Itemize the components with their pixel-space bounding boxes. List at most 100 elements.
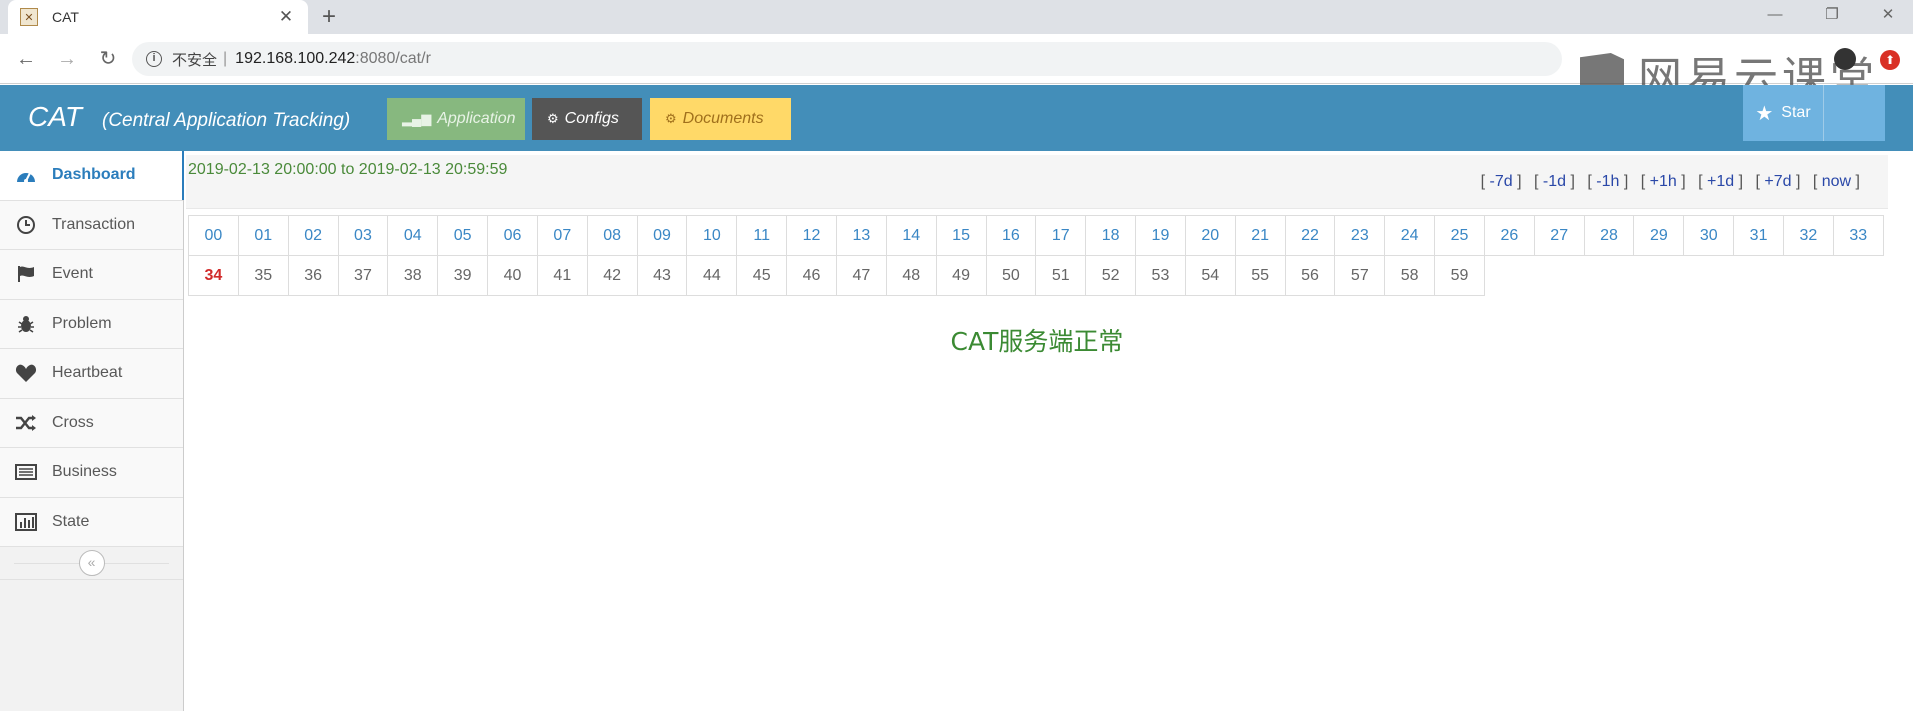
minute-cell-46[interactable]: 46 — [787, 256, 837, 296]
jump-plus-1h-link[interactable]: +1h — [1650, 173, 1677, 190]
minute-cell-54[interactable]: 54 — [1185, 256, 1236, 296]
minute-cell-26[interactable]: 26 — [1484, 216, 1535, 256]
minute-cell-36[interactable]: 36 — [288, 256, 339, 296]
minute-cell-03[interactable]: 03 — [338, 216, 389, 256]
brand-logo[interactable]: CAT — [28, 101, 82, 133]
minute-cell-00[interactable]: 00 — [189, 216, 239, 256]
new-tab-plus-icon[interactable]: + — [322, 3, 336, 31]
minute-cell-28[interactable]: 28 — [1584, 216, 1635, 256]
minute-cell-04[interactable]: 04 — [388, 216, 439, 256]
restore-icon[interactable]: ❐ — [1812, 3, 1852, 27]
minute-cell-08[interactable]: 08 — [587, 216, 638, 256]
sidebar-item-label: Heartbeat — [52, 364, 123, 382]
minute-cell-02[interactable]: 02 — [288, 216, 339, 256]
minute-cell-18[interactable]: 18 — [1086, 216, 1137, 256]
minute-cell-59[interactable]: 59 — [1435, 256, 1485, 296]
minute-cell-50[interactable]: 50 — [986, 256, 1037, 296]
minute-cell-19[interactable]: 19 — [1136, 216, 1186, 256]
minute-cell-57[interactable]: 57 — [1335, 256, 1386, 296]
sidebar-item-transaction[interactable]: Transaction — [0, 200, 183, 250]
minute-cell-12[interactable]: 12 — [787, 216, 837, 256]
minute-cell-13[interactable]: 13 — [836, 216, 887, 256]
sidebar-item-dashboard[interactable]: Dashboard — [0, 151, 184, 201]
minute-cell-17[interactable]: 17 — [1036, 216, 1087, 256]
forward-arrow-icon[interactable]: → — [54, 46, 80, 72]
window-close-icon[interactable]: ✕ — [1868, 3, 1908, 27]
minute-cell-32[interactable]: 32 — [1784, 216, 1834, 256]
minute-cell-43[interactable]: 43 — [637, 256, 688, 296]
minute-cell-35[interactable]: 35 — [238, 256, 289, 296]
tab-title: CAT — [52, 9, 79, 25]
minute-cell-48[interactable]: 48 — [886, 256, 937, 296]
minimize-icon[interactable]: — — [1755, 3, 1795, 27]
minute-cell-53[interactable]: 53 — [1136, 256, 1186, 296]
sidebar: Dashboard Transaction Event Problem Hear… — [0, 151, 184, 711]
minute-cell-38[interactable]: 38 — [388, 256, 439, 296]
sidebar-item-state[interactable]: State — [0, 497, 183, 547]
minute-cell-41[interactable]: 41 — [537, 256, 588, 296]
jump-minus-1d-link[interactable]: -1d — [1543, 173, 1566, 190]
minute-cell-47[interactable]: 47 — [836, 256, 887, 296]
minute-cell-15[interactable]: 15 — [936, 216, 987, 256]
minute-cell-30[interactable]: 30 — [1684, 216, 1735, 256]
sidebar-item-label: Business — [52, 463, 117, 481]
star-button[interactable]: ★ Star — [1743, 85, 1823, 141]
minute-cell-25[interactable]: 25 — [1435, 216, 1485, 256]
minute-cell-23[interactable]: 23 — [1335, 216, 1386, 256]
minute-cell-44[interactable]: 44 — [687, 256, 738, 296]
minute-cell-11[interactable]: 11 — [737, 216, 788, 256]
jump-minus-7d-link[interactable]: -7d — [1490, 173, 1513, 190]
minute-cell-40[interactable]: 40 — [488, 256, 538, 296]
minute-cell-01[interactable]: 01 — [238, 216, 289, 256]
minute-cell-34[interactable]: 34 — [189, 256, 239, 296]
jump-minus-1h-link[interactable]: -1h — [1596, 173, 1619, 190]
minute-cell-58[interactable]: 58 — [1385, 256, 1436, 296]
minute-cell-45[interactable]: 45 — [737, 256, 788, 296]
profile-avatar[interactable] — [1834, 48, 1856, 70]
tab-close-icon[interactable]: ✕ — [276, 7, 296, 27]
flag-icon — [14, 264, 38, 284]
minute-cell-42[interactable]: 42 — [587, 256, 638, 296]
minute-cell-33[interactable]: 33 — [1833, 216, 1884, 256]
documents-button[interactable]: ⚙ Documents — [650, 98, 791, 140]
configs-button[interactable]: ⚙ Configs — [532, 98, 642, 140]
application-button[interactable]: ▂▄▆ Application — [387, 98, 525, 140]
extension-icon[interactable]: ⬆ — [1880, 50, 1900, 70]
minute-cell-22[interactable]: 22 — [1285, 216, 1336, 256]
minute-cell-55[interactable]: 55 — [1235, 256, 1286, 296]
minute-cell-51[interactable]: 51 — [1036, 256, 1087, 296]
minute-cell-31[interactable]: 31 — [1734, 216, 1784, 256]
minute-cell-37[interactable]: 37 — [338, 256, 389, 296]
reload-icon[interactable]: ↻ — [95, 46, 121, 72]
minute-cell-27[interactable]: 27 — [1534, 216, 1585, 256]
minute-cell-29[interactable]: 29 — [1634, 216, 1685, 256]
minute-cell-07[interactable]: 07 — [537, 216, 588, 256]
minute-cell-20[interactable]: 20 — [1185, 216, 1236, 256]
minute-cell-49[interactable]: 49 — [936, 256, 987, 296]
minute-cell-05[interactable]: 05 — [438, 216, 489, 256]
minute-cell-39[interactable]: 39 — [438, 256, 489, 296]
sidebar-item-problem[interactable]: Problem — [0, 299, 183, 349]
minute-cell-21[interactable]: 21 — [1235, 216, 1286, 256]
minute-cell-24[interactable]: 24 — [1385, 216, 1436, 256]
minute-cell-06[interactable]: 06 — [488, 216, 538, 256]
back-arrow-icon[interactable]: ← — [13, 46, 39, 72]
clock-icon — [14, 215, 38, 235]
info-icon[interactable]: i — [146, 51, 162, 67]
sidebar-item-heartbeat[interactable]: Heartbeat — [0, 349, 183, 399]
jump-plus-1d-link[interactable]: +1d — [1707, 173, 1734, 190]
minute-cell-16[interactable]: 16 — [986, 216, 1037, 256]
sidebar-item-cross[interactable]: Cross — [0, 398, 183, 448]
minute-cell-52[interactable]: 52 — [1086, 256, 1137, 296]
double-chevron-left-icon[interactable]: « — [78, 550, 105, 576]
minute-cell-09[interactable]: 09 — [637, 216, 688, 256]
browser-tab[interactable]: ✕ CAT ✕ — [8, 0, 308, 34]
jump-plus-7d-link[interactable]: +7d — [1764, 173, 1791, 190]
sidebar-item-event[interactable]: Event — [0, 250, 183, 300]
sidebar-item-business[interactable]: Business — [0, 448, 183, 498]
minute-cell-14[interactable]: 14 — [886, 216, 937, 256]
address-bar[interactable]: i 不安全 | 192.168.100.242 :8080/cat/r — [132, 42, 1562, 76]
jump-now-link[interactable]: now — [1822, 173, 1851, 190]
minute-cell-56[interactable]: 56 — [1285, 256, 1336, 296]
minute-cell-10[interactable]: 10 — [687, 216, 738, 256]
